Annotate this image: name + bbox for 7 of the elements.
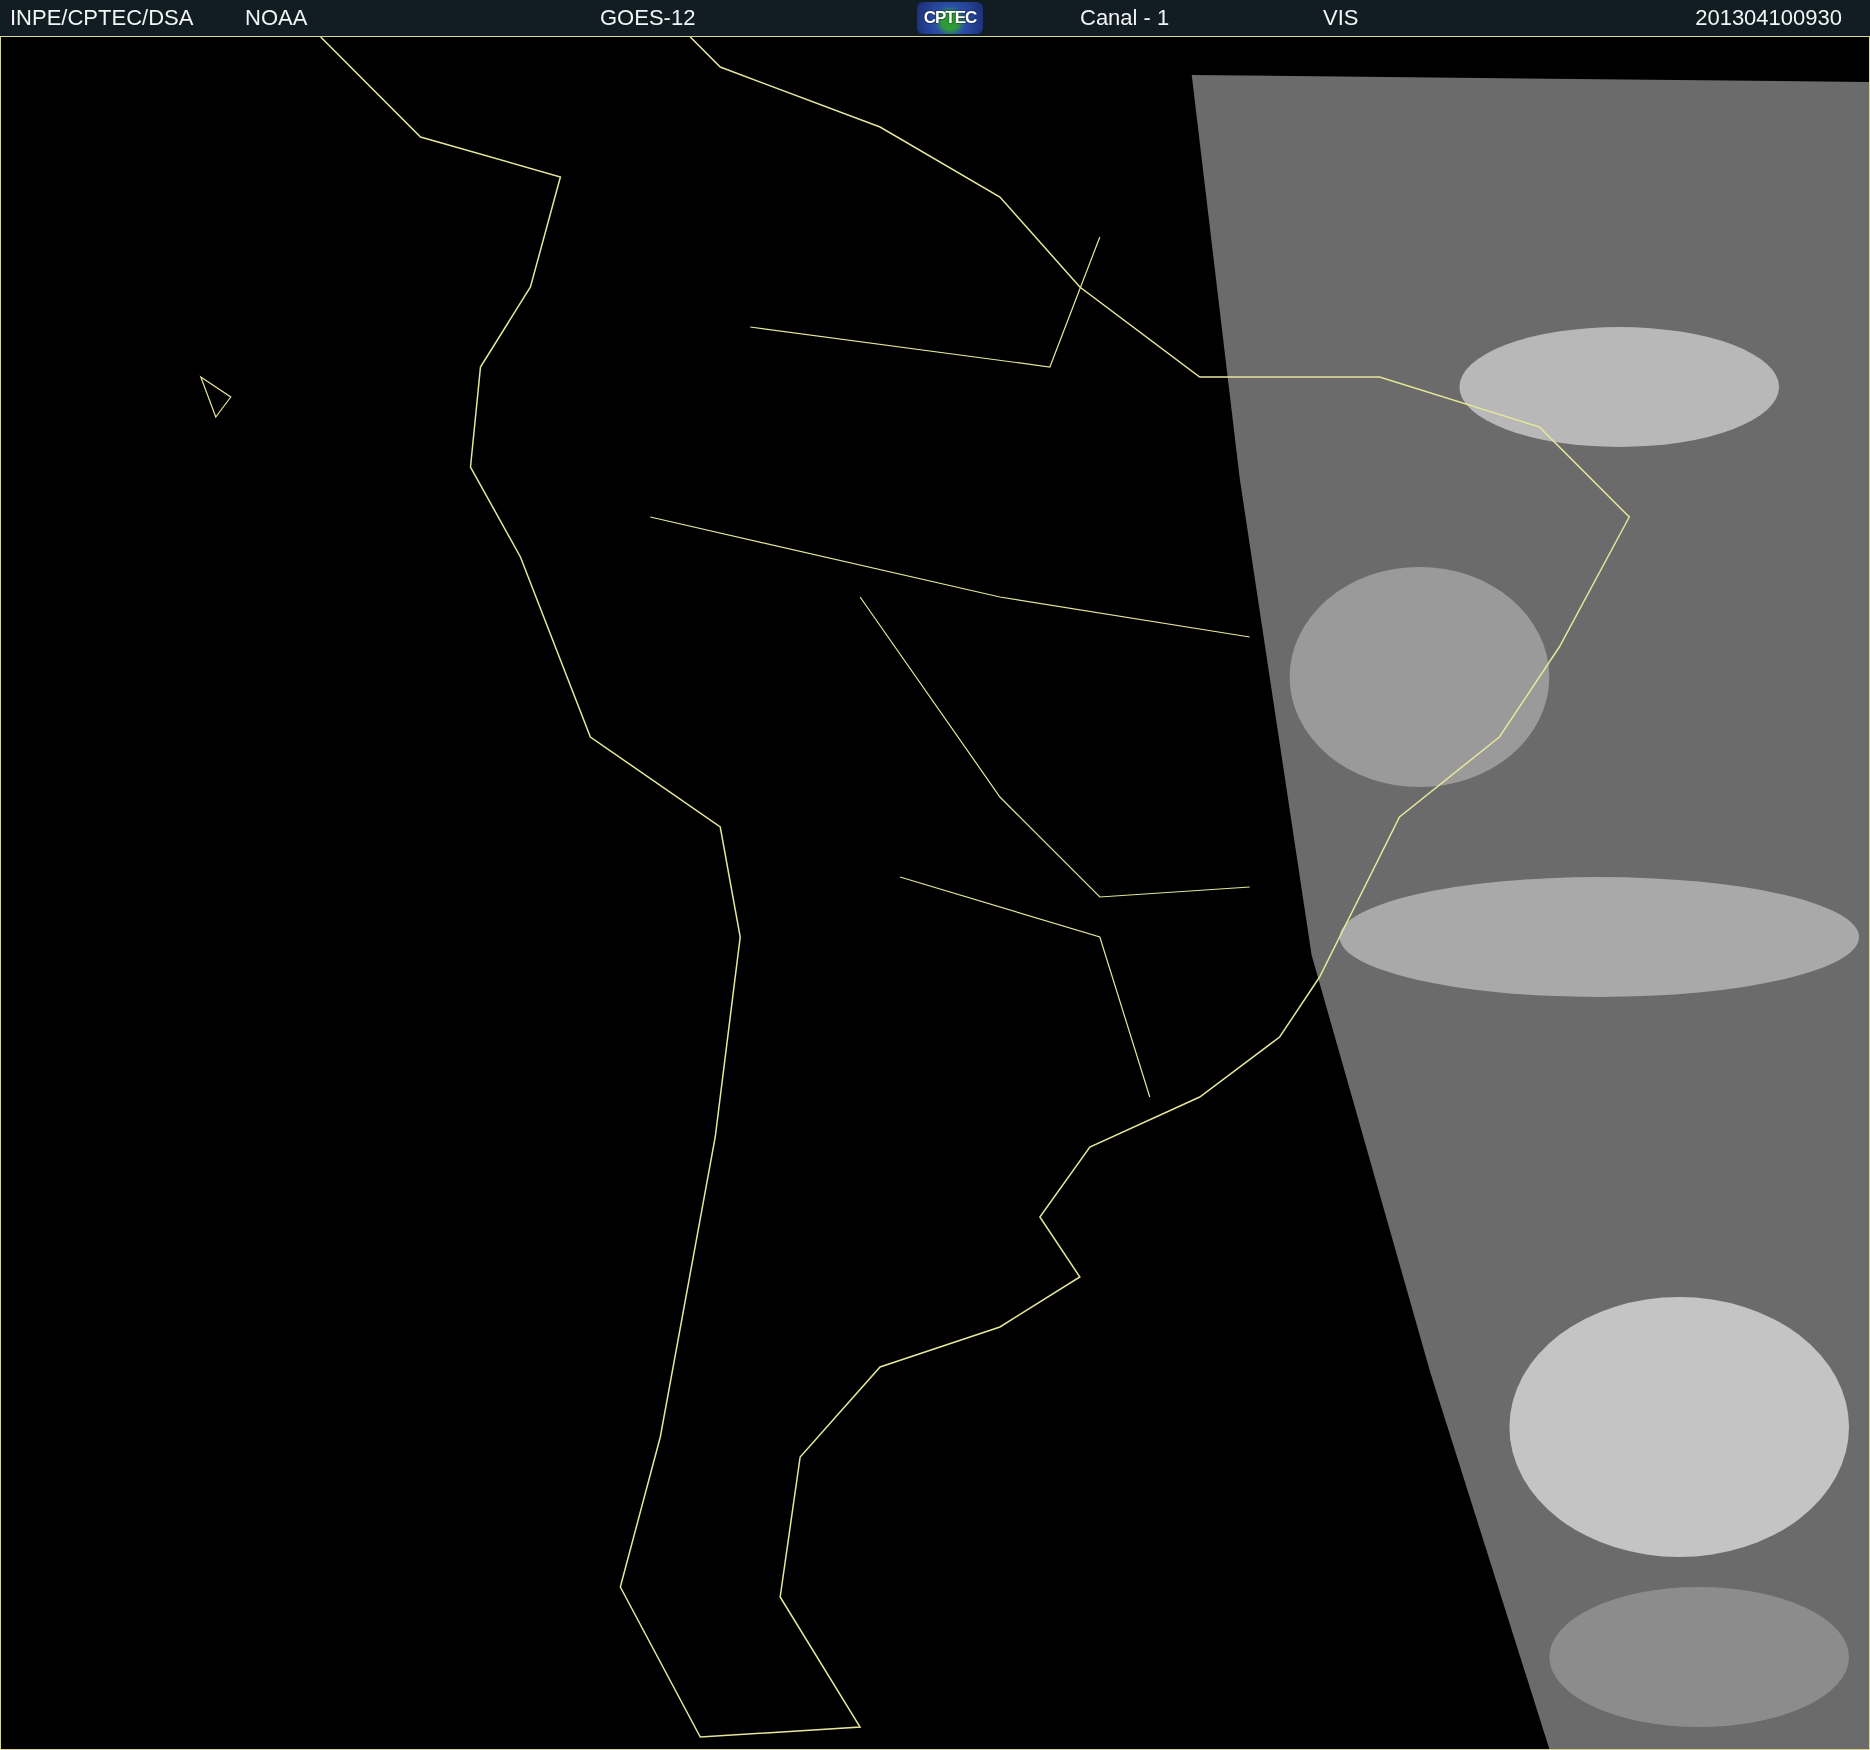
header-label: VIS <box>1323 7 1360 29</box>
header-label: INPE/CPTEC/DSA <box>10 7 195 29</box>
logo: CPTEC <box>917 2 983 34</box>
header-label: NOAA <box>245 7 309 29</box>
header-label: 201304100930 <box>1695 7 1842 29</box>
header-label: GOES-12 <box>600 7 697 29</box>
header-label: Canal - 1 <box>1080 7 1171 29</box>
